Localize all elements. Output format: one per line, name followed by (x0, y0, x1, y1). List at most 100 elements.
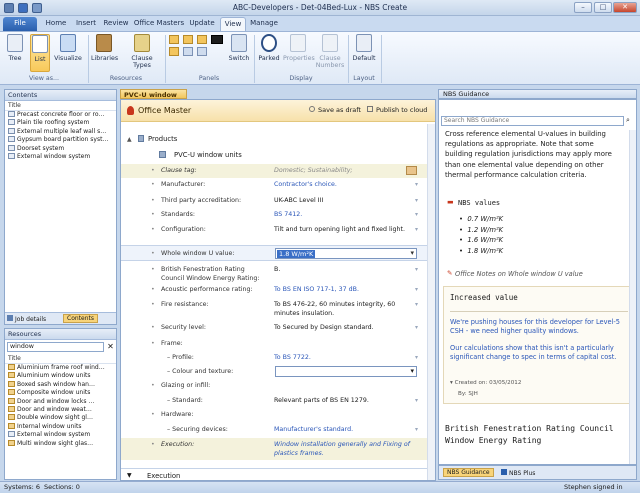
tab-office-masters[interactable]: Office Masters (133, 17, 185, 31)
contents-column-title[interactable]: Title (5, 101, 116, 111)
panel-toggle-icon[interactable] (169, 47, 179, 56)
list-item[interactable]: Boxed sash window han… (5, 380, 116, 389)
nbs-values-title: NBS values (458, 199, 501, 207)
contents-tabs: Job details Contents (5, 312, 116, 324)
parked-button[interactable]: Parked (257, 34, 281, 62)
tab-job-details[interactable]: Job details (7, 315, 46, 323)
clause-icon (8, 380, 15, 387)
publish-cloud-button[interactable]: Publish to cloud (367, 106, 427, 114)
status-sections: Sections: 0 (44, 483, 80, 491)
list-item[interactable]: Internal window units (5, 422, 116, 431)
clause-numbers-icon (322, 34, 338, 52)
chevron-down-icon[interactable]: ▾ (410, 367, 414, 375)
document-icon (8, 144, 15, 151)
resources-column-title[interactable]: Title (5, 354, 116, 364)
minimize-button[interactable]: – (574, 2, 592, 13)
clause-icon (8, 422, 15, 429)
list-item[interactable]: Composite window units (5, 389, 116, 397)
tab-manage[interactable]: Manage (248, 17, 280, 31)
list-item[interactable]: Doorset system (5, 144, 116, 153)
default-button[interactable]: Default (351, 34, 377, 62)
close-button[interactable]: ✕ (613, 2, 637, 13)
panel-toggle-icon[interactable] (197, 35, 207, 44)
office-master-label: Office Master (138, 106, 192, 115)
list-item[interactable]: External window system (5, 152, 116, 161)
tab-file[interactable]: File (3, 17, 37, 31)
tab-update[interactable]: Update (187, 17, 217, 31)
group-panels: Panels (198, 75, 220, 82)
office-note-card: Increased value We're pushing houses for… (443, 286, 633, 404)
u-value-dropdown[interactable]: 1.8 W/m²K ▾ (275, 248, 417, 259)
list-item[interactable]: Gypsum board partition syst… (5, 136, 116, 144)
nbs-values-icon: ▬ (447, 198, 454, 206)
note-author: By: SJH (458, 391, 478, 397)
guidance-search-input[interactable]: Search NBS Guidance (441, 116, 624, 126)
clause-types-button[interactable]: Clause Types (123, 34, 161, 69)
tag-edit-icon[interactable] (406, 166, 417, 175)
list-item[interactable]: Multi window sight glas… (5, 439, 116, 448)
resources-panel: Resources window ✕ Title Aluminium frame… (4, 328, 117, 480)
u-value-row[interactable]: • Whole window U value: 1.8 W/m²K ▾ (121, 245, 435, 261)
tab-home[interactable]: Home (42, 17, 70, 31)
collapse-icon[interactable]: ▲ (127, 136, 132, 143)
document-scrollbar[interactable] (427, 124, 435, 480)
contents-header: Contents (5, 90, 116, 101)
libraries-button[interactable]: Libraries (91, 34, 118, 62)
menu-bar: File Home Insert Review Office Masters U… (0, 16, 640, 31)
properties-button[interactable]: Properties (283, 34, 315, 62)
libraries-icon (96, 34, 112, 52)
list-item[interactable]: Door and window locks … (5, 397, 116, 406)
document-tab[interactable]: PVC-U window units (120, 89, 187, 109)
panel-toggle-icon[interactable] (197, 47, 207, 56)
colour-dropdown[interactable]: ▾ (275, 366, 417, 377)
list-button[interactable]: List (30, 34, 50, 72)
tab-nbs-guidance[interactable]: NBS Guidance (443, 468, 494, 477)
panel-toggle-icon[interactable] (169, 35, 179, 44)
tab-review[interactable]: Review (101, 17, 131, 31)
list-item[interactable]: Door and window weat… (5, 405, 116, 414)
panel-toggle-icon[interactable] (183, 47, 193, 56)
guidance-panel: Search NBS Guidance ⌕ Cross reference el… (438, 99, 637, 465)
resources-search-input[interactable]: window (7, 342, 104, 352)
products-heading: Products (148, 135, 178, 143)
list-item[interactable]: Aluminium window units (5, 372, 116, 380)
visualize-button[interactable]: Visualize (53, 34, 83, 62)
tab-view[interactable]: View (220, 17, 246, 31)
clause-numbers-button[interactable]: Clause Numbers (315, 34, 345, 69)
tab-insert[interactable]: Insert (72, 17, 100, 31)
nbs-icon[interactable] (211, 35, 223, 44)
contents-list: Precast concrete floor or ro… Plain tile… (5, 111, 116, 161)
save-draft-button[interactable]: Save as draft (309, 106, 361, 114)
note-body-2: Our calculations show that this isn't a … (450, 344, 617, 361)
office-master-bar: Office Master Save as draft Publish to c… (121, 100, 435, 122)
group-resources: Resources (109, 75, 143, 82)
list-item: • 1.6 W/m²K (459, 236, 504, 244)
chevron-down-icon[interactable]: ▾ (410, 249, 414, 257)
clear-search-icon[interactable]: ✕ (106, 342, 115, 352)
tab-nbs-plus[interactable]: NBS Plus (501, 469, 535, 477)
clause-icon (8, 414, 15, 421)
guidance-scrollbar[interactable] (629, 130, 636, 464)
search-icon[interactable]: ⌕ (626, 116, 630, 125)
panel-toggle-icon[interactable] (183, 35, 193, 44)
maximize-button[interactable]: □ (594, 2, 612, 13)
document-icon (8, 431, 15, 438)
switch-button[interactable]: Switch (227, 34, 251, 62)
list-item[interactable]: Plain tile roofing system (5, 119, 116, 127)
clause-tag-row[interactable]: • Clause tag: Domestic; Sustainability; (121, 164, 435, 178)
resources-list: Aluminium frame roof wind… Aluminium win… (5, 364, 116, 448)
tree-button[interactable]: Tree (4, 34, 26, 62)
properties-icon (290, 34, 306, 52)
list-item[interactable]: External window system (5, 431, 116, 439)
list-item[interactable]: External multiple leaf wall s… (5, 127, 116, 136)
resources-header: Resources (5, 329, 116, 340)
list-item[interactable]: Double window sight gl… (5, 414, 116, 422)
execution-section[interactable]: ▼ Execution (121, 468, 435, 480)
clause-icon (8, 439, 15, 446)
list-item[interactable]: Precast concrete floor or ro… (5, 111, 116, 119)
visualize-icon (60, 34, 76, 52)
tab-contents[interactable]: Contents (63, 314, 98, 323)
office-notes-title: Office Notes on Whole window U value (455, 270, 583, 278)
execution-row[interactable]: • Execution: Window installation generally… (121, 438, 435, 460)
list-item[interactable]: Aluminium frame roof wind… (5, 364, 116, 372)
